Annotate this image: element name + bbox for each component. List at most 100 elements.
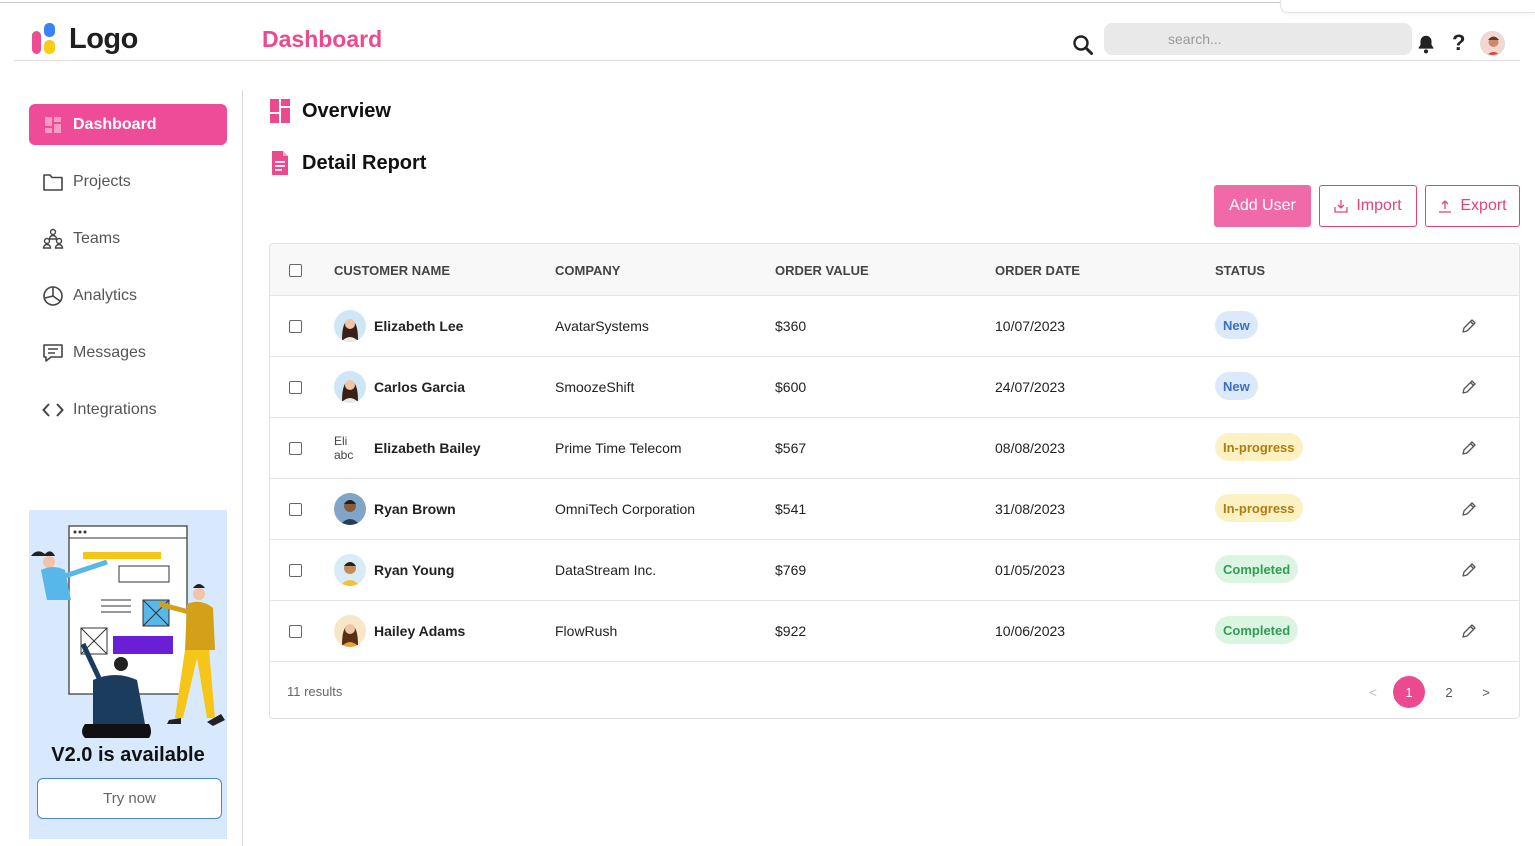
export-icon: [1439, 200, 1452, 213]
sidebar-item-teams[interactable]: Teams: [29, 218, 227, 259]
overview-heading: Overview: [270, 99, 391, 123]
add-user-button[interactable]: Add User: [1214, 185, 1311, 227]
edit-pencil-icon[interactable]: [1460, 378, 1478, 396]
export-label: Export: [1460, 197, 1507, 214]
column-header-company[interactable]: COMPANY: [555, 263, 620, 278]
notification-bell-icon[interactable]: [1415, 33, 1437, 55]
column-header-status[interactable]: STATUS: [1215, 263, 1265, 278]
order-date: 01/05/2023: [995, 562, 1066, 578]
row-checkbox[interactable]: [289, 320, 302, 333]
company: FlowRush: [555, 623, 618, 639]
order-value: $360: [775, 318, 807, 334]
edit-pencil-icon[interactable]: [1460, 317, 1478, 335]
sidebar-item-analytics[interactable]: Analytics: [29, 275, 227, 316]
sidebar-item-dashboard[interactable]: Dashboard: [29, 104, 227, 145]
column-header-order-value[interactable]: ORDER VALUE: [775, 263, 869, 278]
logo-text: Logo: [69, 22, 138, 55]
promo-illustration: [31, 525, 225, 738]
edit-pencil-icon[interactable]: [1460, 439, 1478, 457]
customer-name: Ryan Brown: [374, 501, 456, 517]
order-value: $600: [775, 379, 807, 395]
team-icon: [41, 227, 65, 251]
order-date: 08/08/2023: [995, 440, 1066, 456]
order-date: 10/06/2023: [995, 623, 1066, 639]
document-icon: [270, 151, 292, 175]
table-row[interactable]: Ryan Brown OmniTech Corporation $541 31/…: [270, 479, 1519, 540]
customer-avatar: [334, 310, 366, 342]
status-badge: Completed: [1215, 616, 1299, 644]
customer-name: Elizabeth Lee: [374, 318, 464, 334]
column-header-customer[interactable]: CUSTOMER NAME: [334, 263, 450, 278]
search-icon[interactable]: [1071, 33, 1095, 57]
orders-table: CUSTOMER NAME COMPANY ORDER VALUE ORDER …: [269, 243, 1520, 719]
customer-name: Hailey Adams: [374, 623, 466, 639]
import-button[interactable]: Import: [1319, 185, 1417, 227]
broken-avatar-image: Eli abc: [334, 434, 366, 464]
help-icon[interactable]: ?: [1452, 30, 1465, 56]
logo-mark-icon: [32, 22, 62, 56]
row-checkbox[interactable]: [289, 442, 302, 455]
export-button[interactable]: Export: [1425, 185, 1520, 227]
broken-image-alt-text: Eli abc: [334, 434, 354, 462]
order-value: $769: [775, 562, 807, 578]
select-all-checkbox[interactable]: [289, 264, 302, 277]
try-now-button[interactable]: Try now: [37, 778, 222, 819]
table-row[interactable]: Ryan Young DataStream Inc. $769 01/05/20…: [270, 540, 1519, 601]
customer-avatar: [334, 615, 366, 647]
sidebar-item-integrations[interactable]: Integrations: [29, 389, 227, 430]
order-date: 10/07/2023: [995, 318, 1066, 334]
column-header-order-date[interactable]: ORDER DATE: [995, 263, 1080, 278]
company: SmoozeShift: [555, 379, 635, 395]
pagination-page-2[interactable]: 2: [1433, 676, 1465, 708]
table-row[interactable]: Eli abc Elizabeth Bailey Prime Time Tele…: [270, 418, 1519, 479]
page-title: Dashboard: [262, 26, 383, 52]
logo[interactable]: Logo: [32, 22, 138, 56]
pagination-prev[interactable]: <: [1357, 676, 1389, 708]
row-checkbox[interactable]: [289, 625, 302, 638]
pie-chart-icon: [41, 284, 65, 308]
detail-report-heading: Detail Report: [270, 151, 426, 175]
status-badge: New: [1215, 311, 1258, 339]
dashboard-grid-icon: [270, 99, 292, 123]
browser-tab-edge: [1280, 0, 1535, 13]
company: DataStream Inc.: [555, 562, 657, 578]
table-row[interactable]: Hailey Adams FlowRush $922 10/06/2023 Co…: [270, 601, 1519, 662]
customer-avatar: [334, 554, 366, 586]
row-checkbox[interactable]: [289, 503, 302, 516]
company: AvatarSystems: [555, 318, 649, 334]
customer-name: Ryan Young: [374, 562, 455, 578]
sidebar-divider: [242, 90, 243, 846]
sidebar-item-label: Integrations: [73, 400, 157, 418]
status-badge: New: [1215, 372, 1258, 400]
sidebar-item-label: Analytics: [73, 286, 138, 304]
promo-title: V2.0 is available: [51, 744, 205, 766]
pagination-next[interactable]: >: [1470, 676, 1502, 708]
results-count: 11 results: [287, 684, 343, 699]
row-checkbox[interactable]: [289, 564, 302, 577]
import-icon: [1334, 200, 1348, 213]
sidebar-item-label: Projects: [73, 172, 131, 190]
detail-report-title: Detail Report: [302, 151, 427, 174]
search-input[interactable]: [1104, 23, 1412, 55]
company: Prime Time Telecom: [555, 440, 682, 456]
table-row[interactable]: Elizabeth Lee AvatarSystems $360 10/07/2…: [270, 296, 1519, 357]
grid-icon: [41, 113, 65, 137]
row-checkbox[interactable]: [289, 381, 302, 394]
edit-pencil-icon[interactable]: [1460, 622, 1478, 640]
code-icon: [41, 398, 65, 422]
app-header: Logo Dashboard ?: [14, 14, 1520, 61]
edit-pencil-icon[interactable]: [1460, 500, 1478, 518]
sidebar-item-label: Messages: [73, 343, 146, 361]
sidebar-item-label: Teams: [73, 229, 121, 247]
sidebar-item-messages[interactable]: Messages: [29, 332, 227, 373]
pagination-page-1[interactable]: 1: [1393, 676, 1425, 708]
edit-pencil-icon[interactable]: [1460, 561, 1478, 579]
upgrade-promo-card: V2.0 is available Try now: [29, 510, 227, 839]
company: OmniTech Corporation: [555, 501, 696, 517]
status-badge: Completed: [1215, 555, 1299, 583]
sidebar-item-projects[interactable]: Projects: [29, 161, 227, 202]
user-avatar[interactable]: [1480, 31, 1505, 56]
order-value: $541: [775, 501, 807, 517]
table-row[interactable]: Carlos Garcia SmoozeShift $600 24/07/202…: [270, 357, 1519, 418]
order-value: $567: [775, 440, 807, 456]
